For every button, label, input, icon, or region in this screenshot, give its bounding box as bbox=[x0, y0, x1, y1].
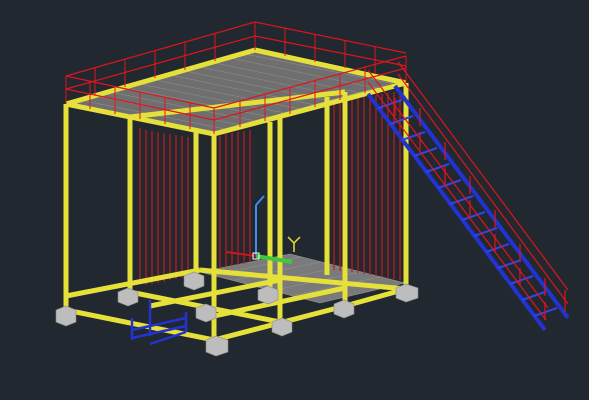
model-drawing bbox=[55, 21, 570, 357]
cad-model-viewport[interactable] bbox=[0, 0, 589, 400]
ucs-icon bbox=[225, 195, 301, 264]
